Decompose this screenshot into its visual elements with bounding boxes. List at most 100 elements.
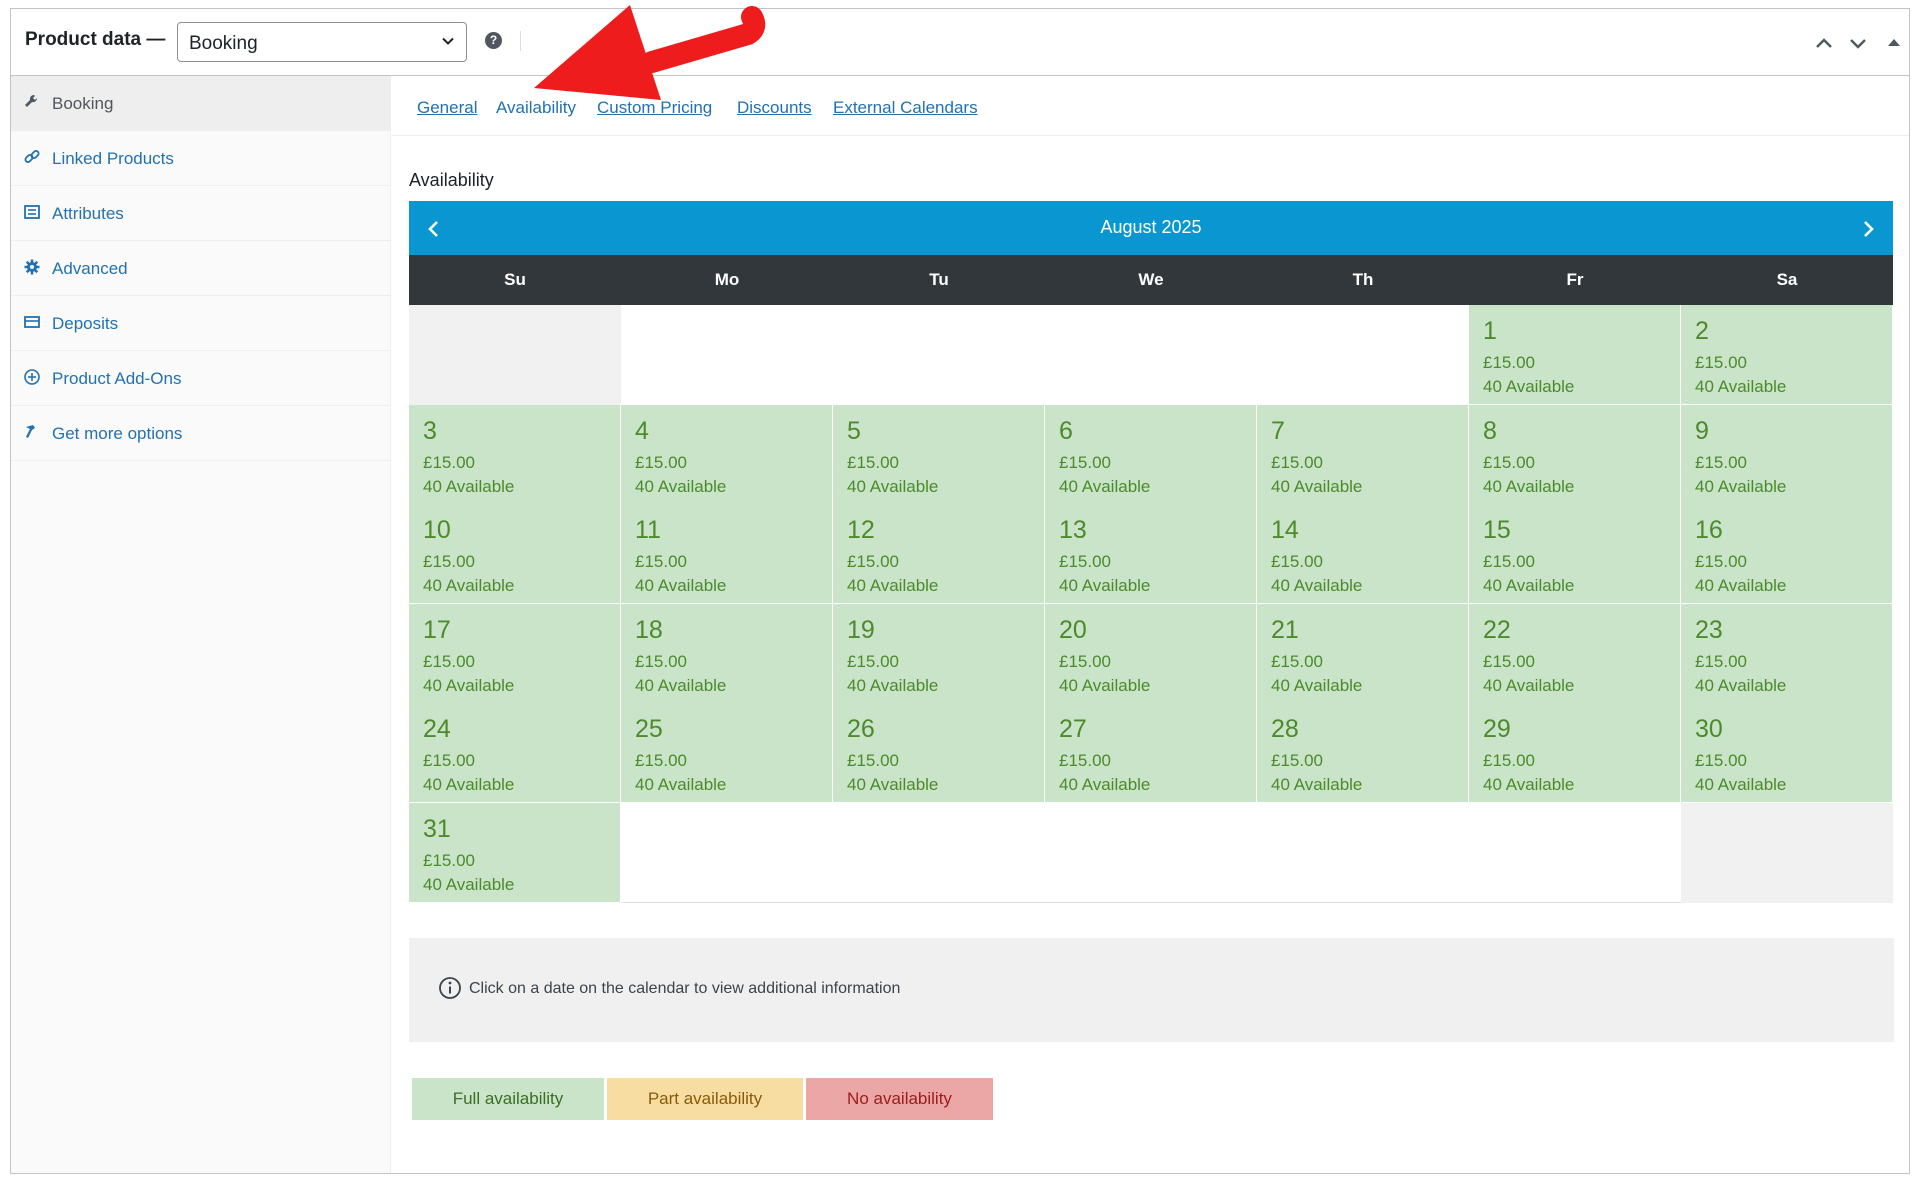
calendar-day-cell[interactable]: 12 £15.00 40 Available (833, 504, 1045, 604)
calendar-empty-cell (1257, 305, 1469, 405)
calendar-day-cell[interactable]: 4 £15.00 40 Available (621, 405, 833, 505)
calendar-day-cell[interactable]: 29 £15.00 40 Available (1469, 703, 1681, 803)
tab-general[interactable]: General (417, 98, 477, 118)
calendar-day-cell[interactable]: 6 £15.00 40 Available (1045, 405, 1257, 505)
chevron-right-icon[interactable] (1857, 218, 1879, 240)
day-availability: 40 Available (847, 775, 939, 794)
day-availability: 40 Available (1695, 477, 1787, 496)
day-number: 15 (1483, 516, 1511, 544)
sidebar-item-attributes[interactable]: Attributes (11, 186, 390, 241)
calendar-day-cell[interactable]: 22 £15.00 40 Available (1469, 604, 1681, 704)
calendar-day-cell[interactable]: 7 £15.00 40 Available (1257, 405, 1469, 505)
sidebar-item-advanced[interactable]: Advanced (11, 241, 390, 296)
day-number: 20 (1059, 616, 1087, 644)
calendar-day-cell[interactable]: 10 £15.00 40 Available (409, 504, 621, 604)
chevron-down-icon[interactable] (1847, 33, 1869, 53)
day-price: £15.00 (1483, 652, 1535, 671)
day-availability: 40 Available (1695, 377, 1787, 396)
sidebar-item-label: Advanced (52, 259, 128, 278)
calendar-day-cell[interactable]: 18 £15.00 40 Available (621, 604, 833, 704)
day-availability: 40 Available (847, 477, 939, 496)
day-price: £15.00 (1271, 751, 1323, 770)
calendar-day-cell[interactable]: 31 £15.00 40 Available (409, 803, 621, 903)
day-availability: 40 Available (635, 576, 727, 595)
calendar-day-cell[interactable]: 15 £15.00 40 Available (1469, 504, 1681, 604)
calendar-empty-cell (621, 305, 833, 405)
calendar-empty-cell (1045, 803, 1257, 903)
section-title: Availability (409, 170, 494, 190)
calendar-day-cell[interactable]: 25 £15.00 40 Available (621, 703, 833, 803)
weekday-label: Fr (1566, 270, 1584, 289)
calendar-day-cell[interactable]: 9 £15.00 40 Available (1681, 405, 1893, 505)
calendar-day-cell[interactable]: 3 £15.00 40 Available (409, 405, 621, 505)
calendar-day-cell[interactable]: 1 £15.00 40 Available (1469, 305, 1681, 405)
day-price: £15.00 (423, 552, 475, 571)
sidebar-item-product-add-ons[interactable]: Product Add-Ons (11, 351, 390, 406)
calendar-day-cell[interactable]: 26 £15.00 40 Available (833, 703, 1045, 803)
calendar-day-cell[interactable]: 19 £15.00 40 Available (833, 604, 1045, 704)
day-availability: 40 Available (423, 576, 515, 595)
calendar-day-cell[interactable]: 27 £15.00 40 Available (1045, 703, 1257, 803)
calendar-day-cell[interactable]: 23 £15.00 40 Available (1681, 604, 1893, 704)
product-type-value: Booking (189, 33, 258, 54)
sidebar-item-label: Get more options (52, 424, 183, 443)
tab-discounts[interactable]: Discounts (737, 98, 812, 118)
day-number: 12 (847, 516, 875, 544)
day-number: 27 (1059, 715, 1087, 743)
day-availability: 40 Available (1059, 676, 1151, 695)
day-number: 25 (635, 715, 663, 743)
tab-availability[interactable]: Availability (496, 98, 576, 118)
calendar-day-cell[interactable]: 16 £15.00 40 Available (1681, 504, 1893, 604)
day-number: 8 (1483, 417, 1497, 445)
day-availability: 40 Available (1059, 477, 1151, 496)
list-icon (24, 205, 40, 219)
day-price: £15.00 (635, 453, 687, 472)
calendar-day-cell[interactable]: 2 £15.00 40 Available (1681, 305, 1893, 405)
day-price: £15.00 (847, 652, 899, 671)
collapse-triangle-icon[interactable] (1883, 33, 1905, 53)
calendar-day-cell[interactable]: 21 £15.00 40 Available (1257, 604, 1469, 704)
tab-custom-pricing[interactable]: Custom Pricing (597, 98, 712, 118)
calendar-day-cell[interactable]: 30 £15.00 40 Available (1681, 703, 1893, 803)
day-availability: 40 Available (1271, 676, 1363, 695)
wrench-icon (25, 94, 38, 107)
day-number: 3 (423, 417, 437, 445)
calendar-month: August 2025 (1100, 217, 1202, 237)
calendar-day-cell[interactable]: 5 £15.00 40 Available (833, 405, 1045, 505)
weekday-label: Mo (714, 270, 740, 289)
day-availability: 40 Available (635, 775, 727, 794)
day-availability: 40 Available (1483, 676, 1575, 695)
calendar-day-cell[interactable]: 20 £15.00 40 Available (1045, 604, 1257, 704)
day-availability: 40 Available (1695, 576, 1787, 595)
product-data-header: Product data — Booking ? (11, 9, 1909, 76)
help-icon[interactable]: ? (485, 32, 502, 49)
calendar-day-cell[interactable]: 11 £15.00 40 Available (621, 504, 833, 604)
day-price: £15.00 (847, 751, 899, 770)
calendar-empty-cell (409, 305, 621, 405)
sidebar-item-get-more-options[interactable]: Get more options (11, 406, 390, 461)
calendar-day-cell[interactable]: 28 £15.00 40 Available (1257, 703, 1469, 803)
product-type-select[interactable]: Booking (177, 22, 467, 62)
calendar-empty-cell (833, 803, 1045, 903)
day-number: 5 (847, 417, 861, 445)
day-number: 31 (423, 815, 451, 843)
legend-full-availability: Full availability (412, 1078, 604, 1120)
day-price: £15.00 (423, 851, 475, 870)
day-number: 22 (1483, 616, 1511, 644)
sidebar-item-linked-products[interactable]: Linked Products (11, 131, 390, 186)
day-availability: 40 Available (1059, 775, 1151, 794)
calendar-day-cell[interactable]: 14 £15.00 40 Available (1257, 504, 1469, 604)
day-price: £15.00 (847, 453, 899, 472)
day-number: 4 (635, 417, 649, 445)
sidebar-item-deposits[interactable]: Deposits (11, 296, 390, 351)
link-icon (24, 150, 40, 163)
sidebar-item-booking[interactable]: Booking (11, 76, 390, 131)
calendar-day-cell[interactable]: 17 £15.00 40 Available (409, 604, 621, 704)
calendar-day-cell[interactable]: 24 £15.00 40 Available (409, 703, 621, 803)
calendar-day-cell[interactable]: 13 £15.00 40 Available (1045, 504, 1257, 604)
calendar-day-cell[interactable]: 8 £15.00 40 Available (1469, 405, 1681, 505)
chevron-up-icon[interactable] (1813, 33, 1835, 53)
tab-external-calendars[interactable]: External Calendars (833, 98, 978, 118)
weekday-label: Sa (1776, 270, 1798, 289)
calendar-empty-cell (833, 305, 1045, 405)
